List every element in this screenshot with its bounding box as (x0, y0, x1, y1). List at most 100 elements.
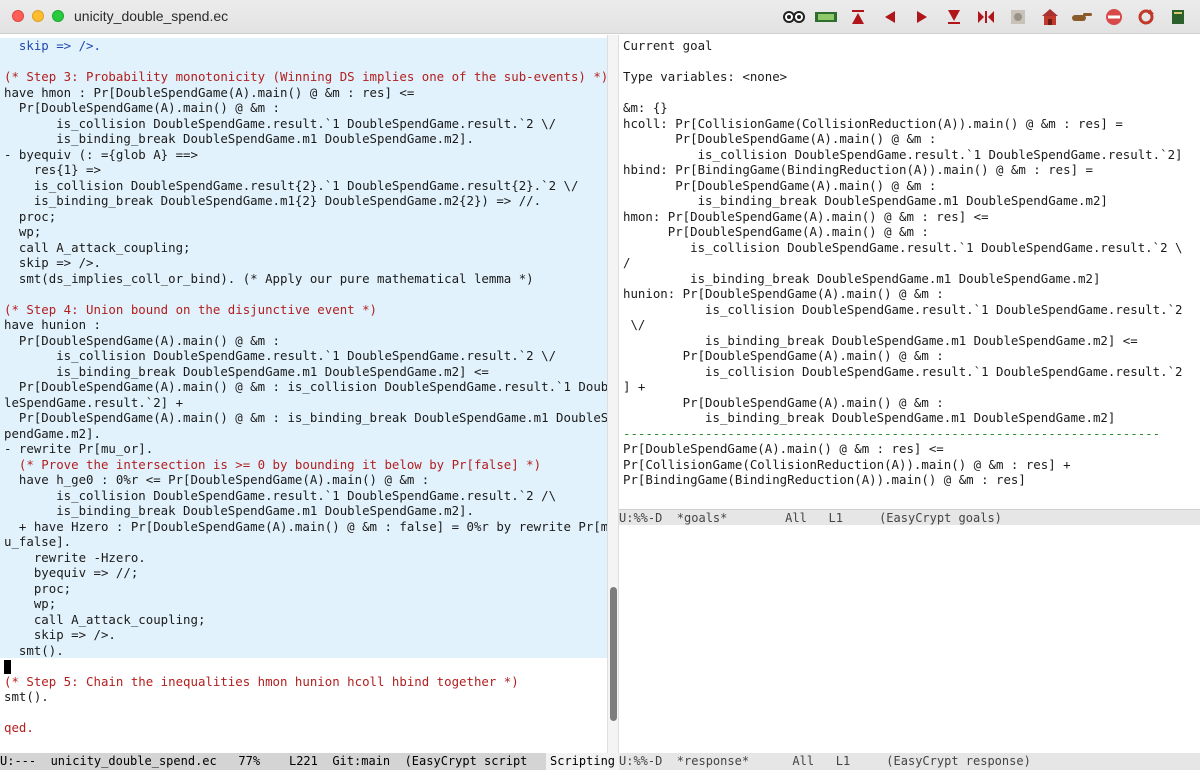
editor-line[interactable]: Pr[DoubleSpendGame(A).main() @ &m : (0, 100, 607, 116)
editor-line[interactable]: res{1} => (0, 162, 607, 178)
editor-line[interactable]: call A_attack_coupling; (0, 611, 607, 627)
goal-line: Pr[DoubleSpendGame(A).main() @ &m : res]… (623, 441, 944, 456)
editor-line[interactable] (0, 658, 607, 674)
goal-line: hbind: Pr[BindingGame(BindingReduction(A… (623, 162, 1093, 177)
editor-line[interactable]: proc; (0, 208, 607, 224)
editor-line-text: Pr[DoubleSpendGame(A).main() @ &m : is_c… (4, 379, 607, 394)
goals-pane[interactable]: Current goal Type variables: <none> &m: {}… (619, 35, 1200, 509)
editor-line[interactable]: (* Step 5: Chain the inequalities hmon h… (0, 674, 607, 690)
editor-line[interactable]: is_binding_break DoubleSpendGame.m1 Doub… (0, 503, 607, 519)
editor-line[interactable]: have hunion : (0, 317, 607, 333)
goal-line: / (623, 255, 631, 270)
editor-line-text: + have Hzero : Pr[DoubleSpendGame(A).mai… (4, 518, 607, 534)
goal-line: hcoll: Pr[CollisionGame(CollisionReducti… (623, 115, 1123, 131)
editor-line[interactable]: is_collision DoubleSpendGame.result.`1 D… (0, 487, 607, 503)
editor-line-text: have hmon : Pr[DoubleSpendGame(A).main()… (4, 84, 415, 100)
editor-line[interactable]: (* Prove the intersection is >= 0 by bou… (0, 456, 607, 472)
proof-script-editor[interactable]: skip => />. (* Step 3: Probability monoto… (0, 35, 607, 753)
goto-top-icon[interactable] (846, 6, 870, 28)
goal-line: Type variables: <none> (623, 69, 788, 84)
editor-scrollbar[interactable] (607, 35, 619, 753)
goal-line: is_collision DoubleSpendGame.result.`1 D… (623, 363, 1183, 379)
editor-line[interactable]: is_binding_break DoubleSpendGame.m1{2} D… (0, 193, 607, 209)
restart-icon[interactable] (1134, 6, 1158, 28)
response-pane[interactable] (619, 525, 1200, 753)
goal-line: hmon: Pr[DoubleSpendGame(A).main() @ &m … (623, 208, 989, 224)
next-step-icon[interactable] (910, 6, 934, 28)
editor-scrollbar-thumb[interactable] (610, 587, 617, 721)
help-icon[interactable] (1166, 6, 1190, 28)
editor-line[interactable]: rewrite -Hzero. (0, 549, 607, 565)
editor-line[interactable] (0, 705, 607, 721)
editor-line[interactable]: pendGame.m2]. (0, 425, 607, 441)
editor-line[interactable]: Pr[DoubleSpendGame(A).main() @ &m : is_b… (0, 410, 607, 426)
editor-line[interactable]: Pr[DoubleSpendGame(A).main() @ &m : is_c… (0, 379, 607, 395)
editor-line-text: leSpendGame.result.`2] + (4, 394, 184, 410)
editor-line[interactable]: wp; (0, 596, 607, 612)
editor-line-text: Pr[DoubleSpendGame(A).main() @ &m : (4, 332, 281, 348)
editor-line[interactable]: u_false]. (0, 534, 607, 550)
editor-line[interactable]: Pr[DoubleSpendGame(A).main() @ &m : (0, 332, 607, 348)
editor-line[interactable]: (* Step 4: Union bound on the disjunctiv… (0, 301, 607, 317)
pg-logo-icon[interactable] (814, 6, 838, 28)
editor-line[interactable]: smt(ds_implies_coll_or_bind). (* Apply o… (0, 270, 607, 286)
editor-line-text: Pr[DoubleSpendGame(A).main() @ &m : is_b… (4, 410, 607, 425)
editor-line[interactable]: proc; (0, 580, 607, 596)
editor-line-text: proc; (4, 580, 72, 596)
editor-line-text: call A_attack_coupling; (4, 239, 191, 255)
maximize-window-button[interactable] (52, 10, 64, 22)
editor-line[interactable]: have hmon : Pr[DoubleSpendGame(A).main()… (0, 84, 607, 100)
goal-lines: Current goal Type variables: <none> &m: {}… (619, 35, 1200, 488)
editor-line[interactable]: skip => />. (0, 627, 607, 643)
editor-line[interactable]: leSpendGame.result.`2] + (0, 394, 607, 410)
editor-line[interactable]: qed. (0, 720, 607, 736)
editor-line[interactable]: skip => />. (0, 255, 607, 271)
editor-line-text: is_collision DoubleSpendGame.result{2}.`… (4, 177, 579, 193)
home-icon[interactable] (1038, 6, 1062, 28)
minimize-window-button[interactable] (32, 10, 44, 22)
editor-line-text: is_collision DoubleSpendGame.result.`1 D… (4, 348, 557, 363)
editor-line[interactable]: is_collision DoubleSpendGame.result{2}.`… (0, 177, 607, 193)
editor-line-text: skip => />. (4, 38, 101, 53)
close-window-button[interactable] (12, 10, 24, 22)
goto-point-icon[interactable] (974, 6, 998, 28)
editor-line[interactable]: call A_attack_coupling; (0, 239, 607, 255)
editor-line[interactable]: is_binding_break DoubleSpendGame.m1 Doub… (0, 363, 607, 379)
editor-line[interactable]: have h_ge0 : 0%r <= Pr[DoubleSpendGame(A… (0, 472, 607, 488)
goal-line: \/ (623, 317, 646, 332)
goto-end-icon[interactable] (942, 6, 966, 28)
editor-line-text: skip => />. (4, 627, 116, 642)
editor-line[interactable]: + have Hzero : Pr[DoubleSpendGame(A).mai… (0, 518, 607, 534)
editor-line[interactable]: - rewrite Pr[mu_or]. (0, 441, 607, 457)
pointer-icon[interactable] (1070, 6, 1094, 28)
goggles-icon[interactable] (782, 6, 806, 28)
editor-line[interactable]: skip => />. (0, 38, 607, 54)
editor-line[interactable]: is_collision DoubleSpendGame.result.`1 D… (0, 348, 607, 364)
editor-line-text: is_collision DoubleSpendGame.result.`1 D… (4, 115, 557, 131)
editor-line[interactable] (0, 286, 607, 302)
editor-line[interactable]: byequiv => //; (0, 565, 607, 581)
response-modeline: U:%%-D *response* All L1 (EasyCrypt resp… (619, 753, 1200, 770)
editor-line-text: (* Step 3: Probability monotonicity (Win… (4, 69, 607, 84)
editor-line-text: is_binding_break DoubleSpendGame.m1 Doub… (4, 363, 489, 379)
editor-line[interactable]: smt(). (0, 642, 607, 658)
editor-line[interactable]: is_collision DoubleSpendGame.result.`1 D… (0, 115, 607, 131)
editor-line-text: smt(). (4, 642, 64, 658)
editor-line-text: u_false]. (4, 534, 72, 549)
goal-line: is_collision DoubleSpendGame.result.`1 D… (623, 146, 1183, 162)
editor-line-text: have hunion : (4, 317, 101, 332)
goal-line (619, 54, 1200, 70)
editor-line-text: is_collision DoubleSpendGame.result.`1 D… (4, 487, 557, 503)
editor-line[interactable]: (* Step 3: Probability monotonicity (Win… (0, 69, 607, 85)
goal-line: is_collision DoubleSpendGame.result.`1 D… (623, 301, 1183, 317)
interrupt-icon[interactable] (1102, 6, 1126, 28)
undo-step-icon[interactable] (878, 6, 902, 28)
editor-line-text: have h_ge0 : 0%r <= Pr[DoubleSpendGame(A… (4, 472, 430, 487)
editor-line[interactable]: wp; (0, 224, 607, 240)
editor-line[interactable] (0, 53, 607, 69)
editor-line-text: byequiv => //; (4, 565, 139, 580)
editor-line[interactable]: smt(). (0, 689, 607, 705)
editor-line[interactable]: - byequiv (: ={glob A} ==> (0, 146, 607, 162)
find-icon[interactable] (1006, 6, 1030, 28)
editor-line[interactable]: is_binding_break DoubleSpendGame.m1 Doub… (0, 131, 607, 147)
